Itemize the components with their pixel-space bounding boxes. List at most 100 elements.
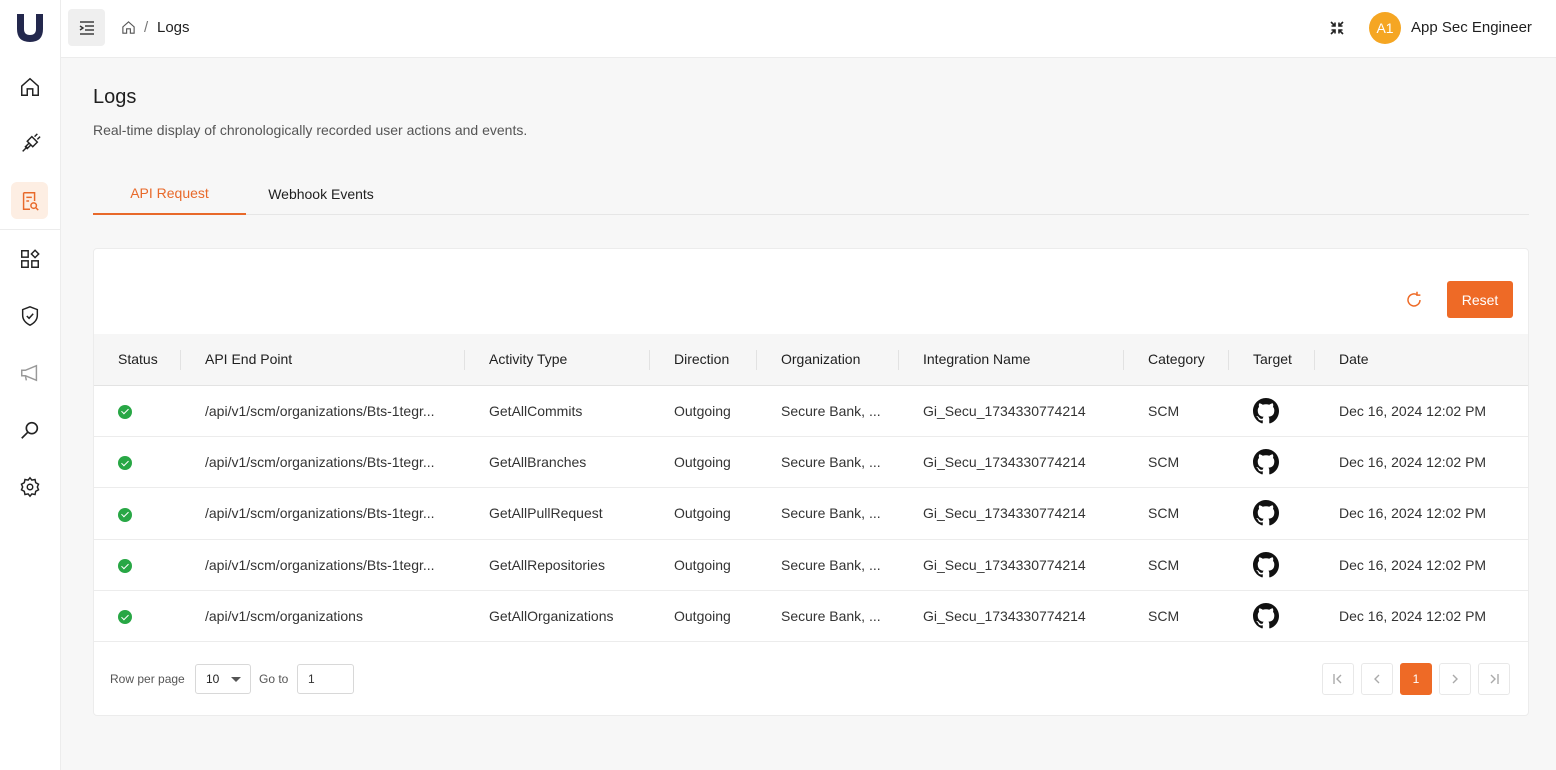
prev-page-button[interactable] — [1361, 663, 1393, 695]
tabs: API Request Webhook Events — [93, 172, 1529, 215]
table-row[interactable]: /api/v1/scm/organizations GetAllOrganizat… — [94, 591, 1528, 642]
sidebar — [0, 0, 61, 770]
target-cell — [1229, 436, 1315, 487]
integration-name-cell: Gi_Secu_1734330774214 — [923, 556, 1086, 573]
nav-divider — [0, 229, 61, 230]
chevron-right-icon — [1452, 674, 1458, 684]
success-check-icon — [118, 456, 132, 471]
col-target[interactable]: Target — [1229, 334, 1315, 385]
table-row[interactable]: /api/v1/scm/organizations/Bts-1tegr... Ge… — [94, 436, 1528, 488]
last-page-icon — [1490, 674, 1499, 684]
target-cell — [1229, 488, 1315, 539]
logs-card: Reset Status API End Point Activity Type… — [93, 248, 1529, 716]
target-cell — [1229, 591, 1315, 642]
col-direction[interactable]: Direction — [650, 334, 757, 385]
col-category[interactable]: Category — [1124, 334, 1229, 385]
last-page-button[interactable] — [1478, 663, 1510, 695]
tab-webhook-events[interactable]: Webhook Events — [246, 172, 396, 215]
fullscreen-icon — [1330, 21, 1344, 35]
nav-search[interactable] — [11, 411, 48, 448]
date-cell: Dec 16, 2024 12:02 PM — [1339, 402, 1487, 419]
github-icon — [1253, 397, 1279, 424]
direction-cell: Outgoing — [674, 608, 731, 625]
menu-toggle-button[interactable] — [68, 9, 105, 46]
success-check-icon — [118, 610, 132, 625]
next-page-button[interactable] — [1439, 663, 1471, 695]
integration-name-cell: Gi_Secu_1734330774214 — [923, 608, 1086, 625]
organization-cell: Secure Bank, ... — [781, 608, 881, 625]
nav-settings[interactable] — [11, 468, 48, 505]
goto-page-input[interactable] — [297, 664, 354, 694]
rows-per-page-select[interactable]: 10 — [195, 664, 251, 694]
direction-cell: Outgoing — [674, 402, 731, 419]
home-breadcrumb-icon[interactable] — [121, 20, 136, 35]
nav-security[interactable] — [11, 297, 48, 334]
col-integration-name[interactable]: Integration Name — [899, 334, 1124, 385]
integration-name-cell: Gi_Secu_1734330774214 — [923, 505, 1086, 522]
success-check-icon — [118, 559, 132, 574]
app-logo[interactable] — [13, 11, 47, 45]
organization-cell: Secure Bank, ... — [781, 556, 881, 573]
first-page-button[interactable] — [1322, 663, 1354, 695]
reset-button[interactable]: Reset — [1447, 281, 1513, 318]
direction-cell: Outgoing — [674, 454, 731, 471]
date-cell: Dec 16, 2024 12:02 PM — [1339, 556, 1487, 573]
col-api-endpoint[interactable]: API End Point — [181, 334, 465, 385]
search-icon — [20, 421, 38, 439]
log-search-icon — [22, 191, 39, 211]
user-name[interactable]: App Sec Engineer — [1411, 19, 1532, 36]
table-row[interactable]: /api/v1/scm/organizations/Bts-1tegr... Ge… — [94, 385, 1528, 437]
status-cell — [94, 488, 181, 539]
direction-cell: Outgoing — [674, 505, 731, 522]
table-row[interactable]: /api/v1/scm/organizations/Bts-1tegr... Ge… — [94, 488, 1528, 540]
nav-home[interactable] — [11, 68, 48, 105]
page-button-current[interactable]: 1 — [1400, 663, 1432, 695]
endpoint-cell: /api/v1/scm/organizations/Bts-1tegr... — [205, 505, 435, 522]
table-header-row: Status API End Point Activity Type Direc… — [94, 334, 1528, 385]
nav-logs[interactable] — [11, 182, 48, 219]
tab-api-request[interactable]: API Request — [93, 172, 246, 215]
refresh-button[interactable] — [1404, 290, 1424, 310]
status-cell — [94, 385, 181, 436]
nav-dashboard[interactable] — [11, 240, 48, 277]
col-organization[interactable]: Organization — [757, 334, 899, 385]
col-date[interactable]: Date — [1315, 334, 1528, 385]
category-cell: SCM — [1148, 454, 1180, 471]
home-icon — [20, 77, 39, 96]
organization-cell: Secure Bank, ... — [781, 402, 881, 419]
github-icon — [1253, 551, 1279, 578]
gear-icon — [20, 476, 39, 497]
fullscreen-button[interactable] — [1327, 18, 1347, 38]
endpoint-cell: /api/v1/scm/organizations/Bts-1tegr... — [205, 402, 435, 419]
refresh-icon — [1407, 291, 1421, 307]
widgets-icon — [20, 248, 40, 268]
page-title: Logs — [93, 86, 137, 108]
activity-type-cell: GetAllBranches — [489, 454, 587, 471]
category-cell: SCM — [1148, 402, 1180, 419]
col-status[interactable]: Status — [94, 334, 181, 385]
avatar[interactable]: A1 — [1369, 12, 1401, 44]
page-subtitle: Real-time display of chronologically rec… — [93, 122, 528, 138]
date-cell: Dec 16, 2024 12:02 PM — [1339, 505, 1487, 522]
target-cell — [1229, 539, 1315, 590]
nav-integrations[interactable] — [11, 125, 48, 162]
status-cell — [94, 539, 181, 590]
table-row[interactable]: /api/v1/scm/organizations/Bts-1tegr... Ge… — [94, 539, 1528, 591]
integration-name-cell: Gi_Secu_1734330774214 — [923, 454, 1086, 471]
status-cell — [94, 591, 181, 642]
endpoint-cell: /api/v1/scm/organizations — [205, 608, 363, 625]
nav-announcements[interactable] — [11, 354, 48, 391]
success-check-icon — [118, 507, 132, 522]
rows-per-page-label: Row per page — [110, 672, 185, 686]
shield-check-icon — [21, 305, 38, 326]
category-cell: SCM — [1148, 608, 1180, 625]
organization-cell: Secure Bank, ... — [781, 454, 881, 471]
activity-type-cell: GetAllRepositories — [489, 556, 605, 573]
status-cell — [94, 436, 181, 487]
github-icon — [1253, 603, 1279, 629]
caret-down-icon — [231, 677, 241, 682]
endpoint-cell: /api/v1/scm/organizations/Bts-1tegr... — [205, 556, 435, 573]
megaphone-icon — [20, 364, 37, 381]
col-activity-type[interactable]: Activity Type — [465, 334, 650, 385]
activity-type-cell: GetAllOrganizations — [489, 608, 614, 625]
